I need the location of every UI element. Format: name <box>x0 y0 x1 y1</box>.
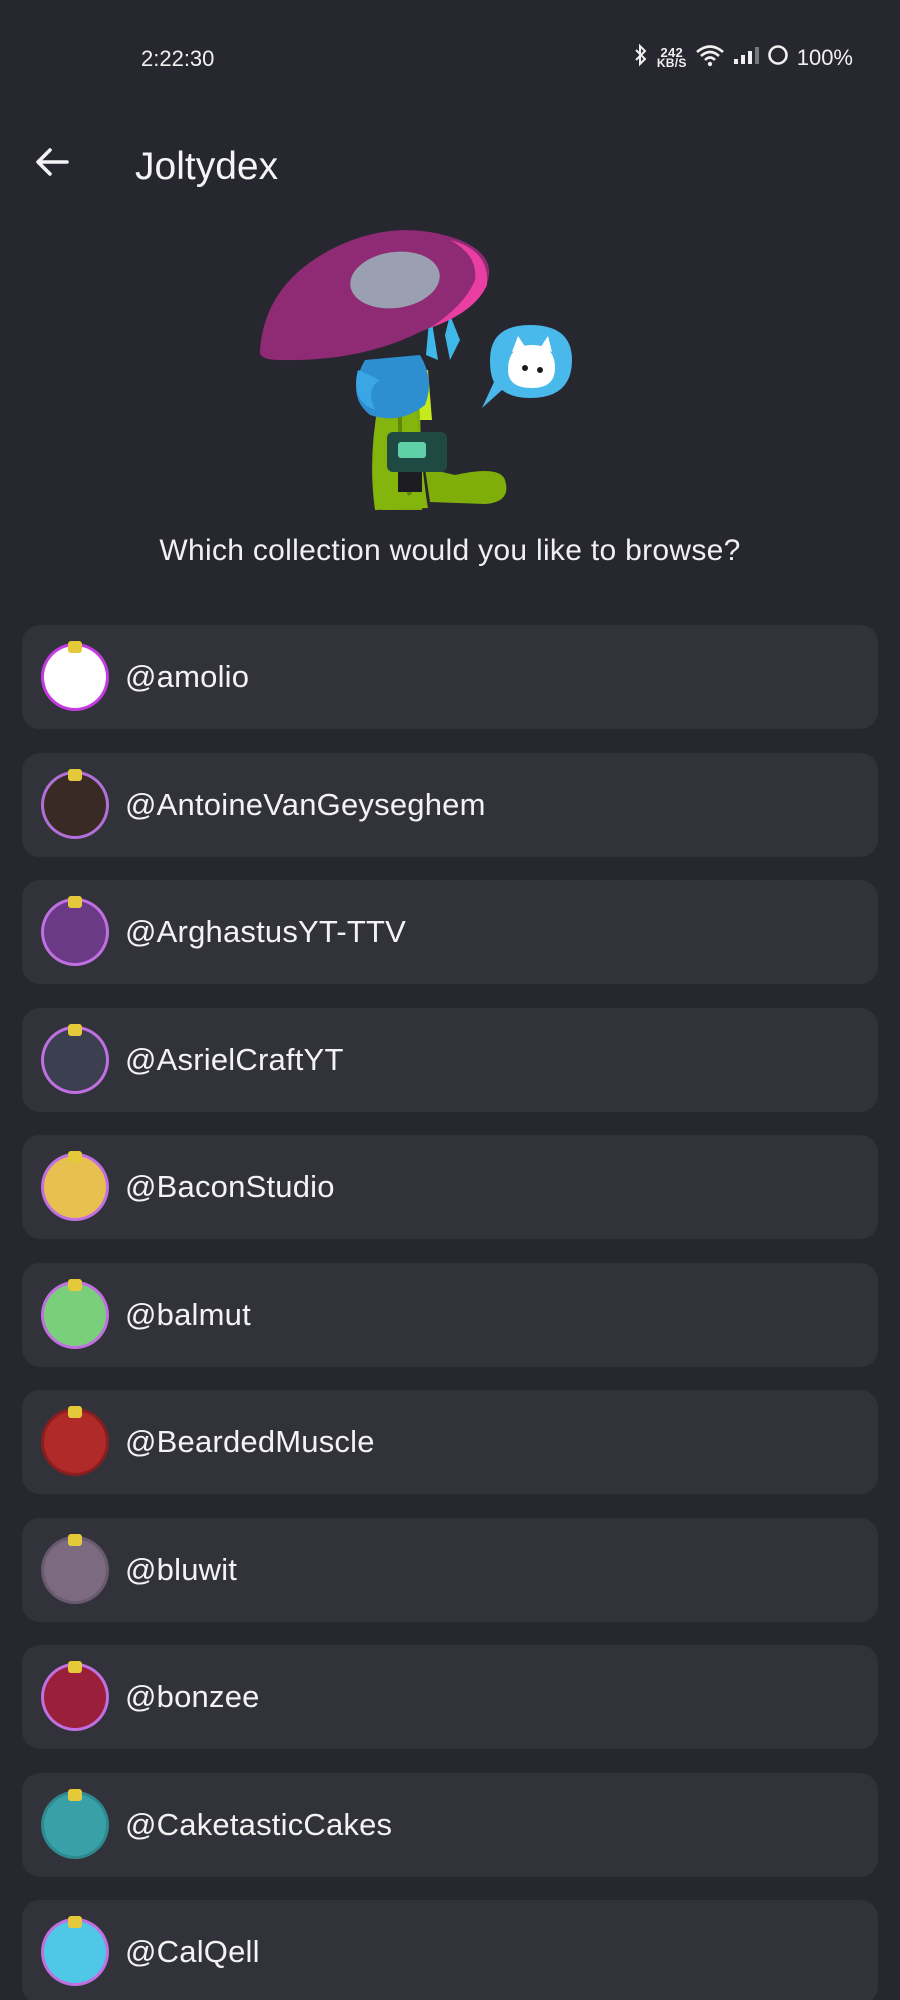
collection-item[interactable]: @AsrielCraftYT <box>22 1007 878 1112</box>
bluetooth-icon <box>633 43 649 73</box>
page-title: Joltydex <box>135 145 279 188</box>
badge-icon <box>68 1533 82 1546</box>
avatar <box>44 1916 106 1983</box>
avatar <box>44 1151 106 1218</box>
avatar <box>44 1661 106 1728</box>
badge-icon <box>68 641 82 653</box>
collection-username: @AsrielCraftYT <box>125 1041 344 1077</box>
collection-item[interactable]: @amolio <box>22 625 878 729</box>
collection-list: @amolio @AntoineVanGeyseghem @ArghastusYT-… <box>22 625 878 2000</box>
network-speed-unit: KB/S <box>656 56 687 70</box>
battery-percent: 100% <box>796 45 853 70</box>
collection-username: @bonzee <box>125 1679 260 1714</box>
collection-username: @BaconStudio <box>125 1169 335 1204</box>
collection-item[interactable]: @bluwit <box>22 1517 878 1622</box>
badge-icon <box>68 1151 82 1163</box>
collection-username: @balmut <box>125 1296 251 1332</box>
app-bar: Joltydex <box>0 120 900 220</box>
back-button[interactable] <box>26 136 78 188</box>
badge-icon <box>68 1788 82 1801</box>
status-time: 2:22:30 <box>141 46 215 71</box>
badge-icon <box>68 768 82 781</box>
collection-item[interactable]: @BeardedMuscle <box>22 1390 878 1494</box>
badge-icon <box>68 1661 82 1673</box>
arrow-left-icon <box>36 148 69 176</box>
collection-prompt: Which collection would you like to brows… <box>159 534 741 567</box>
avatar <box>44 768 106 836</box>
status-bar: 2:22:30 242 KB/S 100% <box>0 0 900 120</box>
badge-icon <box>68 1916 82 1928</box>
collection-item[interactable]: @bonzee <box>22 1645 878 1749</box>
avatar <box>44 1406 106 1473</box>
signal-icon <box>733 45 759 71</box>
avatar <box>44 1533 106 1601</box>
avatar <box>44 896 106 963</box>
badge-icon <box>68 896 82 908</box>
avatar <box>44 1788 106 1856</box>
status-icons: 242 KB/S 100% <box>633 43 853 73</box>
collection-username: @CaketasticCakes <box>125 1806 393 1842</box>
collection-username: @amolio <box>125 659 250 694</box>
avatar <box>44 641 106 708</box>
mascot-illustration <box>259 230 572 510</box>
collection-username: @BeardedMuscle <box>125 1424 375 1459</box>
collection-username: @AntoineVanGeyseghem <box>125 786 486 822</box>
collection-item[interactable]: @ArghastusYT-TTV <box>22 880 878 984</box>
collection-item[interactable]: @balmut <box>22 1262 878 1367</box>
battery-icon <box>767 44 789 72</box>
badge-icon <box>68 1406 82 1418</box>
collection-item[interactable]: @AntoineVanGeyseghem <box>22 752 878 857</box>
wifi-icon <box>695 43 725 73</box>
collection-username: @ArghastusYT-TTV <box>125 914 407 949</box>
network-speed: 242 KB/S <box>656 46 687 70</box>
collection-item[interactable]: @CaketasticCakes <box>22 1772 878 1877</box>
collection-username: @CalQell <box>125 1934 260 1969</box>
badge-icon <box>68 1023 82 1036</box>
badge-icon <box>68 1278 82 1291</box>
avatar <box>44 1278 106 1346</box>
avatar <box>44 1023 106 1091</box>
collection-item[interactable]: @BaconStudio <box>22 1135 878 1239</box>
collection-item[interactable]: @CalQell <box>22 1900 878 2000</box>
collection-username: @bluwit <box>125 1551 238 1587</box>
